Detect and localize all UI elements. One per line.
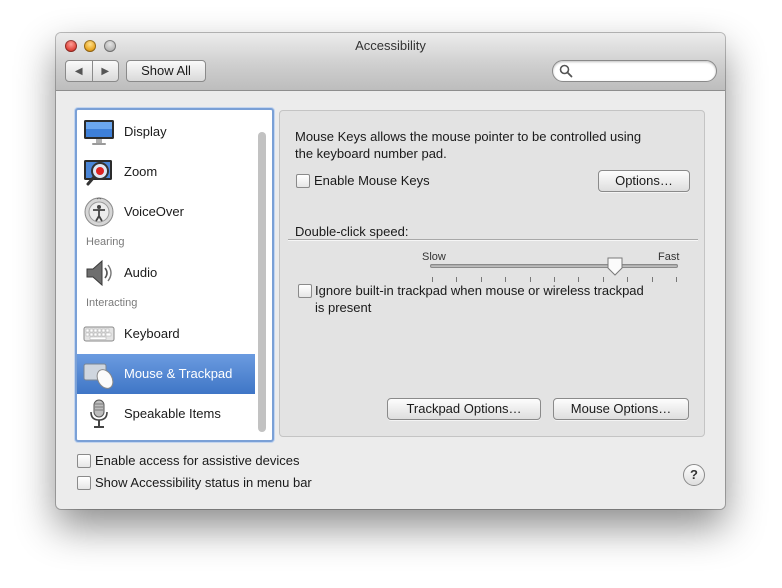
- ignore-trackpad-checkbox[interactable]: [298, 284, 312, 298]
- voiceover-icon: [84, 197, 114, 227]
- help-button[interactable]: ?: [683, 464, 705, 486]
- title-bar: Accessibility ◀ ▶ Show All: [56, 33, 725, 91]
- sidebar-item-voiceover[interactable]: VoiceOver: [77, 192, 255, 232]
- slider-tick: [676, 277, 677, 282]
- enable-assistive-devices-label: Enable access for assistive devices: [95, 453, 300, 468]
- slider-tick: [530, 277, 531, 282]
- section-divider: [288, 239, 698, 240]
- slider-max-label: Fast: [658, 251, 680, 263]
- sidebar-item-label: Keyboard: [124, 326, 180, 341]
- zoom-icon: [84, 160, 112, 186]
- sidebar-item-label: VoiceOver: [124, 204, 184, 219]
- sidebar-item-label: Zoom: [124, 164, 158, 179]
- window-title: Accessibility: [355, 38, 426, 53]
- sidebar-item-zoom[interactable]: Zoom: [77, 152, 255, 192]
- slider-tick: [603, 277, 604, 282]
- ignore-trackpad-label: Ignore built-in trackpad when mouse or w…: [315, 283, 644, 298]
- back-forward-control: ◀ ▶: [65, 60, 119, 82]
- audio-speaker-icon: [86, 259, 112, 287]
- enable-mouse-keys-label: Enable Mouse Keys: [314, 173, 430, 188]
- preferences-window: Accessibility ◀ ▶ Show All Display Zoom …: [56, 33, 725, 509]
- section-header-hearing: Hearing: [86, 236, 125, 248]
- sidebar-item-label: Mouse & Trackpad: [124, 366, 233, 381]
- slider-tick: [456, 277, 457, 282]
- back-button[interactable]: ◀: [66, 61, 92, 81]
- trackpad-options-button[interactable]: Trackpad Options…: [387, 398, 541, 420]
- mouse-trackpad-icon: [83, 363, 114, 389]
- enable-assistive-devices-checkbox[interactable]: [77, 454, 91, 468]
- slider-min-label: Slow: [422, 251, 446, 263]
- mouse-keys-description-cont: the keyboard number pad.: [295, 146, 447, 161]
- slider-tick: [578, 277, 579, 282]
- sidebar-item-audio[interactable]: Audio: [77, 253, 255, 293]
- sidebar-item-label: Audio: [124, 265, 158, 280]
- slider-tick: [481, 277, 482, 282]
- forward-button[interactable]: ▶: [91, 61, 119, 81]
- sidebar-item-keyboard[interactable]: Keyboard: [77, 314, 255, 354]
- slider-tick: [652, 277, 653, 282]
- slider-thumb[interactable]: [607, 257, 623, 277]
- sidebar-scrollbar[interactable]: [258, 132, 266, 432]
- ignore-trackpad-label-cont: is present: [315, 300, 372, 315]
- sidebar-item-mouse-trackpad[interactable]: Mouse & Trackpad: [77, 354, 255, 394]
- sidebar-item-speakable-items[interactable]: Speakable Items: [77, 394, 255, 434]
- section-header-interacting: Interacting: [86, 297, 138, 309]
- sidebar-item-label: Display: [124, 124, 167, 139]
- slider-track[interactable]: [430, 264, 678, 268]
- show-status-menu-label: Show Accessibility status in menu bar: [95, 475, 312, 490]
- search-icon: [559, 64, 573, 78]
- slider-tick: [627, 277, 628, 282]
- slider-tick: [554, 277, 555, 282]
- slider-tick: [505, 277, 506, 282]
- enable-mouse-keys-checkbox[interactable]: [296, 174, 310, 188]
- microphone-icon: [90, 399, 108, 428]
- sidebar-item-label: Speakable Items: [124, 406, 221, 421]
- category-list[interactable]: Display Zoom VoiceOver Hearing Audio Int…: [75, 108, 274, 442]
- slider-tick: [432, 277, 433, 282]
- mouse-options-button[interactable]: Mouse Options…: [553, 398, 689, 420]
- search-field[interactable]: [552, 60, 717, 82]
- show-all-button[interactable]: Show All: [126, 60, 206, 82]
- mouse-keys-options-button[interactable]: Options…: [598, 170, 690, 192]
- display-icon: [84, 120, 114, 145]
- sidebar-item-display[interactable]: Display: [77, 112, 255, 152]
- show-status-menu-checkbox[interactable]: [77, 476, 91, 490]
- keyboard-icon: [83, 326, 115, 342]
- double-click-speed-label: Double-click speed:: [295, 224, 409, 239]
- mouse-keys-description: Mouse Keys allows the mouse pointer to b…: [295, 129, 642, 144]
